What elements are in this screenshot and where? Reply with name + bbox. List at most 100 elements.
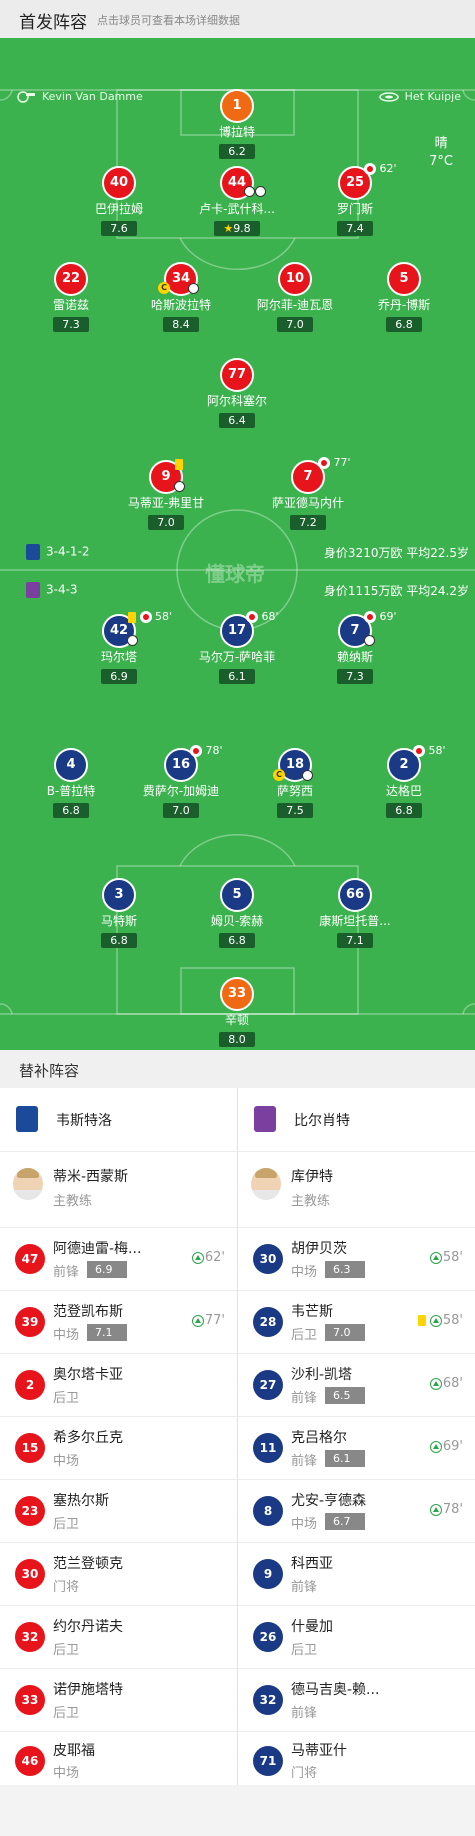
team-name: 韦斯特洛: [56, 1113, 112, 1129]
sub-in-icon: [429, 1440, 442, 1453]
player-name: 马蒂亚-弗里甘: [127, 496, 205, 510]
sub-player[interactable]: 9 科西亚 前锋: [238, 1543, 475, 1606]
player-name: 阿尔菲-迪瓦恩: [256, 298, 334, 312]
player-position: 前锋: [53, 1265, 80, 1280]
sub-player[interactable]: 15 希多尔丘克 中场: [0, 1417, 237, 1480]
sub-in-minute: 58': [429, 1250, 463, 1265]
player-home-22[interactable]: 22 雷诺兹 7.3: [16, 262, 126, 332]
sub-out-icon: [318, 457, 330, 469]
sub-player[interactable]: 26 什曼加 后卫: [238, 1606, 475, 1669]
player-home-7[interactable]: 7 萨亚德马内什 7.2: [253, 460, 363, 530]
player-name: 巴伊拉姆: [94, 202, 143, 216]
player-number: 5: [220, 878, 254, 912]
player-name: 克吕格尔: [291, 1430, 347, 1446]
sub-in-icon: [191, 1251, 204, 1264]
player-name: 奥尔塔卡亚: [53, 1367, 123, 1383]
player-home-5[interactable]: 5 乔丹-博斯 6.8: [349, 262, 459, 332]
away-coach[interactable]: 库伊特 主教练: [238, 1152, 475, 1228]
player-away-4[interactable]: 4 B-普拉特 6.8: [16, 748, 126, 818]
player-number: 30: [15, 1559, 45, 1589]
sub-out-event: 62': [364, 162, 397, 176]
home-subs-column: 韦斯特洛 蒂米-西蒙斯 主教练 47 阿德迪雷-梅... 前锋 6.9 62' …: [0, 1088, 237, 1785]
player-name: 胡伊贝茨: [291, 1241, 347, 1257]
weather-temp: 7°C: [429, 154, 453, 169]
player-home-10[interactable]: 10 阿尔菲-迪瓦恩 7.0: [240, 262, 350, 332]
sub-in-minute: 69': [429, 1439, 463, 1454]
sub-out-event: 68': [246, 610, 279, 624]
player-number: 5: [387, 262, 421, 296]
sub-player[interactable]: 27 沙利-凯塔 前锋 6.5 68': [238, 1354, 475, 1417]
player-home-25[interactable]: 25 罗门斯 7.4: [300, 166, 410, 236]
home-coach[interactable]: 蒂米-西蒙斯 主教练: [0, 1152, 237, 1228]
away-subs-team: 比尔肖特: [238, 1088, 475, 1152]
player-position: 后卫: [53, 1706, 80, 1721]
sub-player[interactable]: 11 克吕格尔 前锋 6.1 69': [238, 1417, 475, 1480]
yellow-card-icon: [175, 457, 183, 471]
sub-in-icon: [429, 1377, 442, 1390]
player-name: 阿德迪雷-梅...: [53, 1241, 142, 1257]
player-number: 40: [102, 166, 136, 200]
team-name: 比尔肖特: [294, 1113, 350, 1129]
player-name: 达格巴: [385, 784, 422, 798]
player-number: 32: [15, 1622, 45, 1652]
player-name: 姆贝-索赫: [210, 914, 264, 928]
avatar: [13, 1168, 43, 1200]
sub-player[interactable]: 8 尤安-亨德森 中场 6.7 78': [238, 1480, 475, 1543]
venue-info: Het Kuipje: [378, 90, 461, 103]
player-rating: 6.3: [325, 1261, 365, 1278]
player-away-5[interactable]: 5 姆贝-索赫 6.8: [182, 878, 292, 948]
player-away-33[interactable]: 33 辛顿 8.0: [182, 977, 292, 1047]
player-home-9[interactable]: 9 马蒂亚-弗里甘 7.0: [111, 460, 221, 530]
sub-player[interactable]: 39 范登凯布斯 中场 7.1 77': [0, 1291, 237, 1354]
sub-player[interactable]: 28 韦芒斯 后卫 7.0 58': [238, 1291, 475, 1354]
player-position: 前锋: [291, 1706, 318, 1721]
player-away-16[interactable]: 16 费萨尔-加姆迪 7.0: [126, 748, 236, 818]
player-name: 阿尔科塞尔: [206, 394, 267, 408]
whistle-icon: [16, 91, 36, 103]
player-away-3[interactable]: 3 马特斯 6.8: [64, 878, 174, 948]
player-away-17[interactable]: 17 马尔万-萨哈菲 6.1: [182, 614, 292, 684]
player-position: 中场: [53, 1454, 80, 1469]
venue-name: Het Kuipje: [404, 90, 461, 103]
player-number: 3: [102, 878, 136, 912]
player-number: 1: [220, 89, 254, 123]
away-stats: 身价1115万欧 平均24.2岁: [323, 584, 469, 598]
player-position: 后卫: [53, 1643, 80, 1658]
sub-player[interactable]: 47 阿德迪雷-梅... 前锋 6.9 62': [0, 1228, 237, 1291]
sub-player[interactable]: 46 皮耶福 中场: [0, 1732, 237, 1785]
sub-player[interactable]: 2 奥尔塔卡亚 后卫: [0, 1354, 237, 1417]
sub-in-minute: 58': [417, 1313, 463, 1328]
player-rating: 7.0: [148, 515, 184, 530]
player-home-1[interactable]: 1 博拉特 6.2: [182, 89, 292, 159]
sub-player[interactable]: 30 范兰登顿克 门将: [0, 1543, 237, 1606]
weather-condition: 晴: [434, 136, 448, 151]
player-number: 9: [253, 1559, 283, 1589]
player-name: 萨努西: [276, 784, 313, 798]
home-formation: 3-4-1-2: [46, 544, 90, 559]
player-home-77[interactable]: 77 阿尔科塞尔 6.4: [182, 358, 292, 428]
away-team-row: 3-4-3 身价1115万欧 平均24.2岁: [0, 580, 475, 600]
sub-player[interactable]: 23 塞热尔斯 后卫: [0, 1480, 237, 1543]
player-away-2[interactable]: 2 达格巴 6.8: [349, 748, 459, 818]
player-home-40[interactable]: 40 巴伊拉姆 7.6: [64, 166, 174, 236]
sub-player[interactable]: 30 胡伊贝茨 中场 6.3 58': [238, 1228, 475, 1291]
sub-player[interactable]: 32 德马吉奥-赖... 前锋: [238, 1669, 475, 1732]
sub-player[interactable]: 33 诺伊施塔特 后卫: [0, 1669, 237, 1732]
player-away-42[interactable]: 42 玛尔塔 6.9: [64, 614, 174, 684]
player-position: 中场: [291, 1265, 318, 1280]
player-number: 15: [15, 1433, 45, 1463]
sub-player[interactable]: 32 约尔丹诺夫 后卫: [0, 1606, 237, 1669]
player-name: 科西亚: [291, 1556, 333, 1572]
subs-title: 替补阵容: [19, 1062, 80, 1080]
player-away-18[interactable]: 18 萨努西 7.5: [240, 748, 350, 818]
player-away-66[interactable]: 66 康斯坦托普... 7.1: [300, 878, 410, 948]
player-name: 德马吉奥-赖...: [291, 1682, 380, 1698]
player-away-7[interactable]: 7 赖纳斯 7.3: [300, 614, 410, 684]
player-home-34[interactable]: 34 哈斯波拉特 8.4: [126, 262, 236, 332]
player-number: 2: [15, 1370, 45, 1400]
sub-player[interactable]: 71 马蒂亚什 门将: [238, 1732, 475, 1785]
player-rating: 7.2: [290, 515, 326, 530]
home-subs-team: 韦斯特洛: [0, 1088, 237, 1152]
player-home-44[interactable]: 44 卢卡-武什科... ★9.8: [182, 166, 292, 236]
away-team-badge-icon: [254, 1106, 276, 1132]
